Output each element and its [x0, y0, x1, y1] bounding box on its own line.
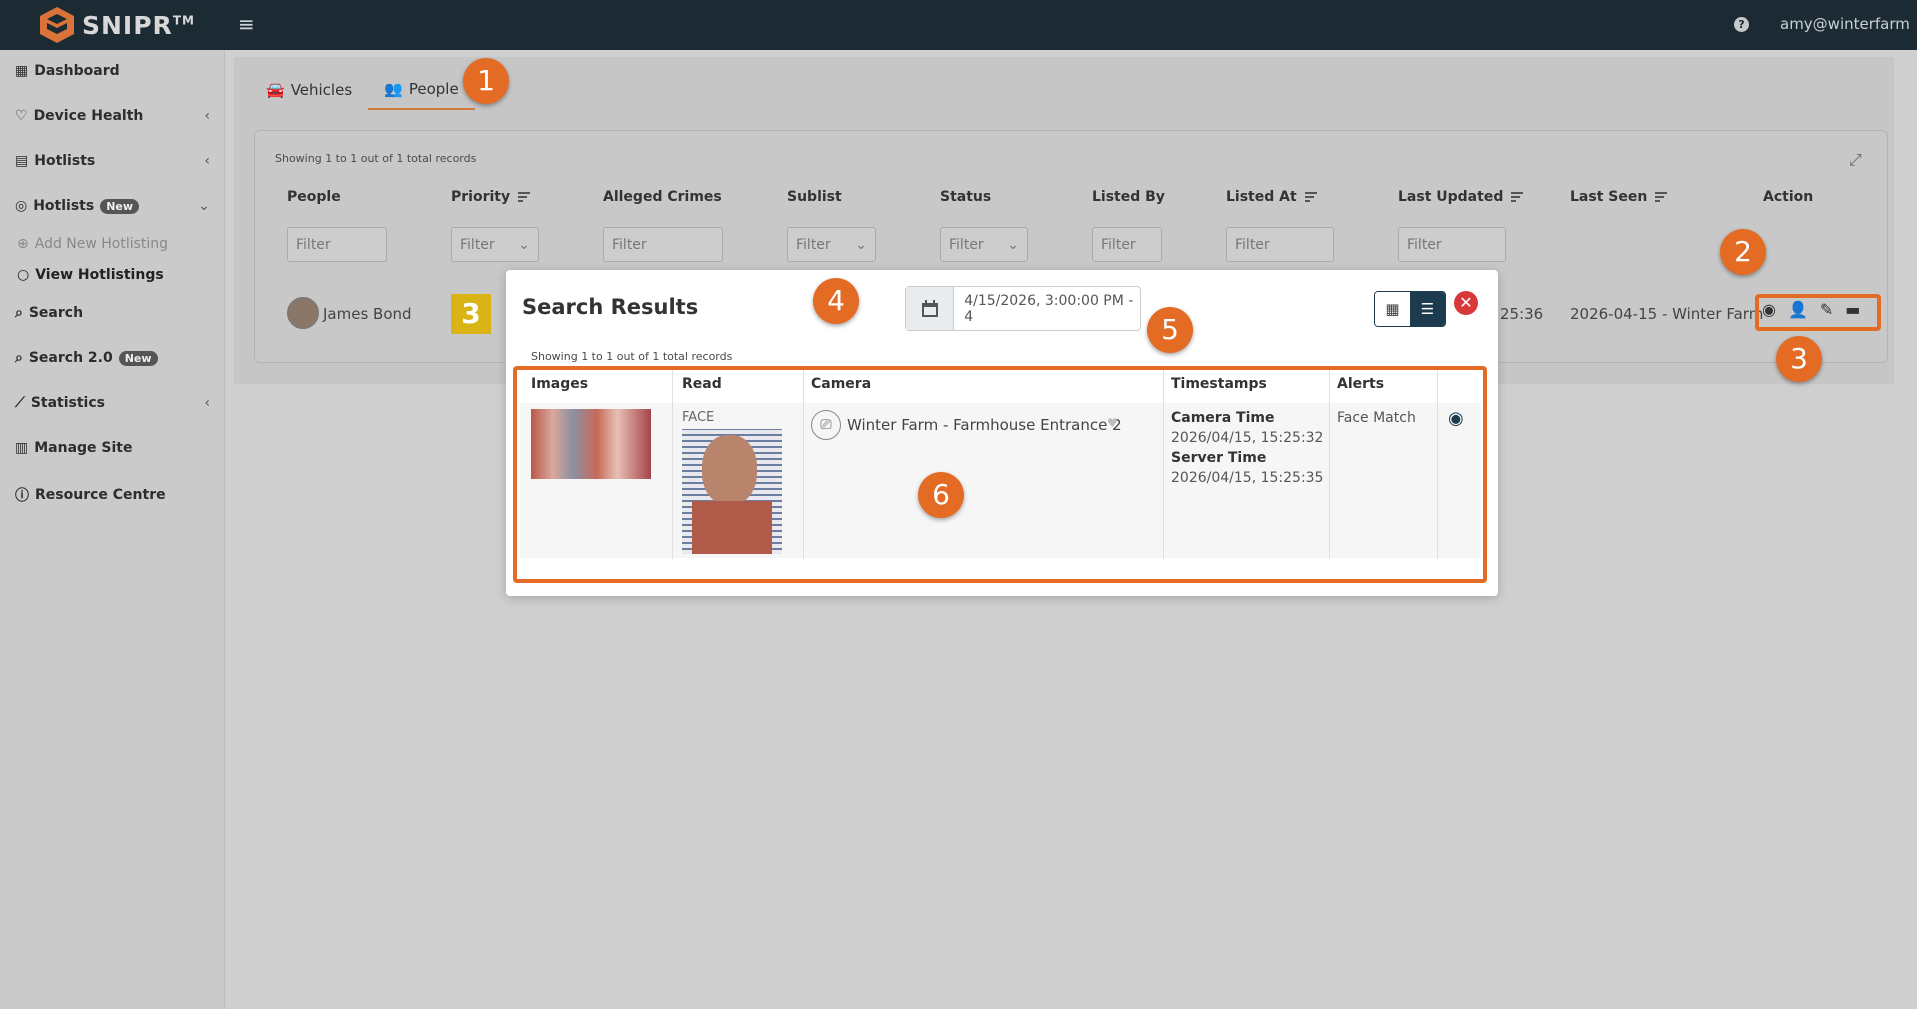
sort-icon[interactable] [1304, 192, 1317, 202]
col-listed-at[interactable]: Listed At [1226, 189, 1317, 205]
view-toggle: ▦ ☰ [1374, 291, 1446, 327]
priority-badge: 3 [451, 294, 491, 334]
filter-status-select[interactable]: Filter ⌄ [940, 227, 1028, 262]
person-name[interactable]: James Bond [323, 305, 412, 323]
grid-view-icon[interactable]: ▦ [1375, 292, 1410, 326]
avatar [287, 297, 319, 329]
chevron-left-icon: ‹ [204, 395, 210, 411]
chart-icon: ⟋ [15, 395, 25, 411]
sidebar-item-dashboard[interactable]: ▦ Dashboard [15, 63, 210, 79]
dashboard-icon: ▦ [15, 63, 29, 79]
callout-4: 4 [813, 278, 859, 324]
sidebar-item-hotlists[interactable]: ▤ Hotlists ‹ [15, 153, 210, 169]
highlight-actions [1755, 294, 1881, 331]
sidebar-item-search-2[interactable]: ⌕ Search 2.0 New [15, 350, 210, 366]
sidebar-item-resource-centre[interactable]: ⓘ Resource Centre [15, 485, 210, 505]
filter-listed-at-input[interactable]: Filter [1226, 227, 1334, 262]
list-icon: ▤ [15, 153, 29, 169]
building-icon: ▥ [15, 440, 29, 456]
col-status: Status [940, 189, 992, 205]
calendar-icon[interactable] [906, 287, 955, 330]
col-people: People [287, 189, 341, 205]
tab-people[interactable]: 👥 People [368, 70, 475, 110]
records-info: Showing 1 to 1 out of 1 total records [275, 152, 477, 165]
sidebar-item-hotlists-new[interactable]: ◎ Hotlists New ⌄ [15, 198, 210, 214]
filter-last-updated-input[interactable]: Filter [1398, 227, 1506, 262]
chevron-left-icon: ‹ [204, 108, 210, 124]
callout-1: 1 [463, 58, 509, 104]
sort-icon[interactable] [518, 192, 531, 202]
sidebar-item-manage-site[interactable]: ▥ Manage Site [15, 440, 210, 456]
last-updated-value: 25:36 [1500, 305, 1544, 323]
expand-icon[interactable]: ⤢ [1849, 150, 1862, 170]
user-account-menu[interactable]: amy@winterfarm [1780, 15, 1910, 33]
modal-title: Search Results [522, 295, 699, 319]
sidebar-item-statistics[interactable]: ⟋ Statistics ‹ [15, 395, 210, 411]
search-icon: ⌕ [15, 350, 23, 366]
search-icon: ⌕ [15, 305, 23, 321]
filter-listed-by-input[interactable]: Filter [1092, 227, 1162, 262]
date-range-value: 4/15/2026, 3:00:00 PM - 4 [964, 292, 1134, 325]
filter-alleged-crimes-input[interactable]: Filter [603, 227, 723, 262]
list-view-icon[interactable]: ☰ [1410, 292, 1445, 326]
chevron-left-icon: ‹ [204, 153, 210, 169]
col-priority[interactable]: Priority [451, 189, 531, 205]
chevron-down-icon: ⌄ [518, 236, 530, 253]
callout-3: 3 [1776, 336, 1822, 382]
logo-icon [40, 7, 74, 43]
callout-2: 2 [1720, 229, 1766, 275]
new-badge: New [118, 350, 158, 366]
date-range-picker[interactable]: 4/15/2026, 3:00:00 PM - 4 [905, 286, 1141, 331]
help-icon[interactable]: ? [1734, 17, 1749, 32]
chevron-down-icon: ⌄ [855, 236, 867, 253]
col-sublist: Sublist [787, 189, 842, 205]
col-last-updated[interactable]: Last Updated [1398, 189, 1524, 205]
top-bar: SNIPRTM ≡ ? amy@winterfarm [0, 0, 1917, 50]
filter-sublist-select[interactable]: Filter ⌄ [787, 227, 876, 262]
people-icon: 👥 [384, 80, 403, 98]
sort-icon[interactable] [1655, 192, 1668, 202]
menu-toggle-icon[interactable]: ≡ [238, 12, 255, 36]
last-seen-value: 2026-04-15 - Winter Farm [1570, 305, 1764, 323]
tab-vehicles[interactable]: 🚘 Vehicles [250, 70, 368, 110]
new-badge: New [100, 198, 140, 214]
chevron-down-icon: ⌄ [1007, 236, 1019, 253]
col-action: Action [1763, 189, 1814, 205]
car-icon: 🚘 [266, 81, 285, 99]
sort-icon[interactable] [1511, 192, 1524, 202]
target-icon: ◎ [15, 198, 28, 214]
help-circle-icon: ⓘ [15, 488, 29, 504]
highlight-results-table [513, 366, 1487, 583]
sidebar [0, 50, 225, 1009]
col-listed-by: Listed By [1092, 189, 1165, 205]
snipr-logo[interactable]: SNIPRTM [38, 2, 195, 48]
callout-5: 5 [1147, 307, 1193, 353]
heart-icon: ♡ [15, 108, 28, 124]
filter-priority-select[interactable]: Filter ⌄ [451, 227, 539, 262]
col-alleged-crimes: Alleged Crimes [603, 189, 722, 205]
plus-circle-icon: ⊕ [17, 236, 29, 252]
close-icon[interactable]: ✕ [1454, 291, 1478, 315]
sidebar-item-view-hotlistings[interactable]: ○ View Hotlistings [17, 267, 164, 283]
modal-records-info: Showing 1 to 1 out of 1 total records [531, 350, 733, 363]
sidebar-item-add-new-hotlisting[interactable]: ⊕ Add New Hotlisting [17, 236, 168, 252]
chevron-down-icon: ⌄ [198, 198, 210, 214]
sidebar-item-device-health[interactable]: ♡ Device Health ‹ [15, 108, 210, 124]
sidebar-item-search[interactable]: ⌕ Search [15, 305, 210, 321]
tabs: 🚘 Vehicles 👥 People [250, 70, 475, 110]
circle-icon: ○ [17, 267, 30, 283]
filter-people-input[interactable]: Filter [287, 227, 387, 262]
col-last-seen[interactable]: Last Seen [1570, 189, 1668, 205]
